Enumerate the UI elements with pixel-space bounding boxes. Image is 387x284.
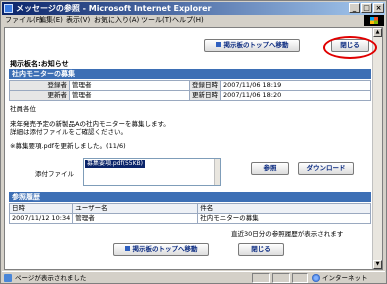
title-bar: メッセージの参照 - Microsoft Internet Explorer _…: [2, 2, 385, 15]
updater-value: 管理者: [69, 90, 190, 101]
board-name: 掲示板名:お知らせ: [10, 60, 69, 68]
download-label: ダウンロード: [306, 164, 346, 172]
updated-label: 更新日時: [189, 90, 221, 101]
history-note: 直近30日分の参照履歴が表示されます: [231, 230, 344, 238]
window-title: メッセージの参照 - Microsoft Internet Explorer: [16, 4, 212, 13]
windows-flag-icon: [370, 17, 378, 24]
body-line-6: ※募集要項.pdfを更新しました。(11/6): [10, 142, 126, 150]
scroll-up-icon[interactable]: ▲: [373, 28, 382, 37]
board-top-button[interactable]: 掲示板のトップへ移動: [204, 39, 300, 52]
menu-help[interactable]: ヘルプ(H): [172, 16, 204, 25]
message-title: 社内モニターの募集: [9, 69, 371, 79]
history-col-date: 日時: [8, 203, 74, 214]
board-top-label: 掲示板のトップへ移動: [223, 41, 289, 49]
status-cell: [292, 273, 308, 283]
minimize-button[interactable]: _: [349, 3, 360, 13]
status-text: ページが表示されました: [15, 274, 87, 282]
attach-file-item[interactable]: 募集要項.pdf(55KB): [85, 160, 146, 168]
download-button[interactable]: ダウンロード: [298, 162, 354, 175]
menu-view[interactable]: 表示(V): [66, 16, 90, 25]
attach-label: 添付ファイル: [35, 170, 74, 178]
close-window-button[interactable]: ×: [373, 3, 384, 13]
windows-logo: [364, 15, 384, 26]
arrow-icon: [215, 42, 221, 47]
content-area: ▲ ▼ 掲示板のトップへ移動 閉じる 掲示板名:お知らせ 社内モニターの募集 登…: [4, 27, 383, 270]
history-cell-subject: 社内モニターの募集: [197, 213, 371, 224]
history-col-subject: 件名: [197, 203, 371, 214]
registered-value: 2007/11/06 18:19: [220, 80, 371, 91]
browse-label: 参照: [263, 164, 277, 172]
maximize-button[interactable]: □: [361, 3, 372, 13]
history-cell-user: 管理者: [72, 213, 199, 224]
menu-tools[interactable]: ツール(T): [141, 16, 172, 25]
updater-label: 更新者: [9, 90, 70, 101]
bottom-board-top-button[interactable]: 掲示板のトップへ移動: [113, 243, 209, 256]
registrant-label: 登録者: [9, 80, 70, 91]
zone-text: インターネット: [322, 274, 368, 282]
attach-list-scrollbar[interactable]: [214, 159, 220, 185]
registrant-value: 管理者: [69, 80, 190, 91]
message-page: 掲示板のトップへ移動 閉じる 掲示板名:お知らせ 社内モニターの募集 登録者 管…: [8, 31, 377, 267]
history-cell-date: 2007/11/12 10:34: [8, 213, 74, 224]
history-title: 参照履歴: [9, 192, 371, 202]
message-meta-table: 登録者 管理者 登録日時 2007/11/06 18:19 更新者 管理者 更新…: [9, 80, 371, 101]
menu-edit[interactable]: 編集(E): [39, 16, 63, 25]
internet-zone-icon: [312, 274, 320, 282]
history-table: 日時 ユーザー名 件名 2007/11/12 10:34 管理者 社内モニターの…: [8, 203, 371, 224]
menu-file[interactable]: ファイル(F): [5, 16, 43, 25]
status-bar: ページが表示されました インターネット: [2, 271, 385, 283]
body-line-4: 詳細は添付ファイルをご確認ください。: [10, 128, 127, 136]
registered-label: 登録日時: [189, 80, 221, 91]
status-cell: [252, 273, 270, 283]
ie-icon: [4, 4, 13, 13]
attach-file-list[interactable]: 募集要項.pdf(55KB): [83, 158, 221, 186]
page-done-icon: [4, 274, 12, 282]
arrow-icon: [124, 246, 130, 251]
bottom-close-button[interactable]: 閉じる: [238, 243, 284, 256]
vertical-scrollbar[interactable]: ▲ ▼: [372, 28, 382, 269]
scroll-down-icon[interactable]: ▼: [373, 260, 382, 269]
body-line-1: 社員各位: [10, 105, 36, 113]
menu-favorites[interactable]: お気に入り(A): [94, 16, 139, 25]
menu-bar: ファイル(F) 編集(E) 表示(V) お気に入り(A) ツール(T) ヘルプ(…: [2, 15, 385, 26]
bottom-close-label: 閉じる: [251, 245, 271, 253]
history-col-user: ユーザー名: [72, 203, 199, 214]
updated-value: 2007/11/06 18:20: [220, 90, 371, 101]
browser-window: メッセージの参照 - Microsoft Internet Explorer _…: [0, 0, 387, 284]
status-cell: [272, 273, 290, 283]
table-row: 2007/11/12 10:34 管理者 社内モニターの募集: [8, 213, 371, 224]
highlight-circle: [323, 36, 377, 59]
bottom-board-top-label: 掲示板のトップへ移動: [132, 245, 198, 253]
browse-button[interactable]: 参照: [251, 162, 289, 175]
